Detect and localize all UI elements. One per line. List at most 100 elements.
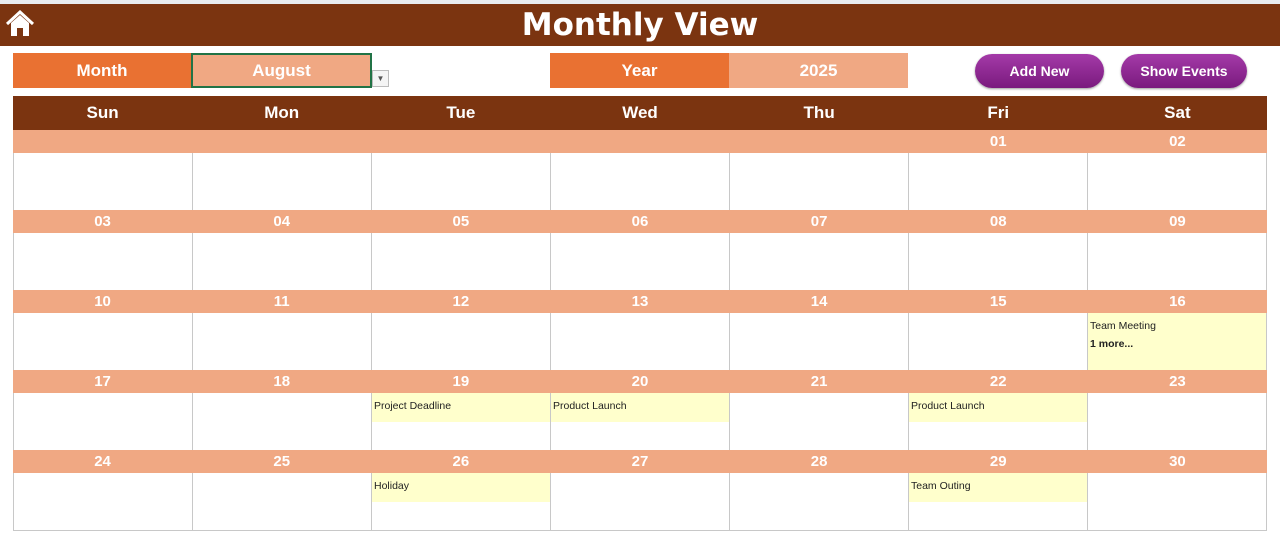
- day-number: 04: [273, 213, 291, 230]
- day-cell[interactable]: [550, 473, 729, 530]
- calendar-grid: Sun Mon Tue Wed Thu Fri Sat 01 02 03 04 05 06 07 08 09…: [13, 96, 1267, 531]
- event-item[interactable]: Team Meeting: [1088, 313, 1266, 332]
- show-events-button[interactable]: Show Events: [1121, 54, 1247, 88]
- day-cell[interactable]: [13, 473, 192, 530]
- day-cell[interactable]: [908, 233, 1087, 290]
- dropdown-arrow-icon[interactable]: ▼: [372, 70, 389, 87]
- week-row: Project Deadline Product Launch Product La…: [13, 393, 1267, 450]
- home-icon[interactable]: [5, 10, 35, 38]
- week-row: Team Meeting 1 more...: [13, 313, 1267, 370]
- day-number: 18: [273, 373, 291, 390]
- weekday-sat: Sat: [1164, 103, 1191, 122]
- day-number: 10: [94, 293, 111, 310]
- day-cell[interactable]: [192, 153, 371, 210]
- day-cell[interactable]: [1087, 153, 1267, 210]
- day-number: 06: [631, 213, 649, 230]
- week-row: [13, 153, 1267, 210]
- day-number: 26: [452, 453, 470, 470]
- day-cell[interactable]: [1087, 233, 1267, 290]
- week-date-band: 17 18 19 20 21 22 23: [13, 370, 1267, 393]
- week-date-band: 03 04 05 06 07 08 09: [13, 210, 1267, 233]
- weekday-tue: Tue: [446, 103, 476, 122]
- day-number: 08: [989, 213, 1007, 230]
- day-number: 25: [273, 453, 291, 470]
- day-cell[interactable]: [13, 313, 192, 370]
- week-date-band: 01 02: [13, 130, 1267, 153]
- day-cell[interactable]: [192, 233, 371, 290]
- day-number: 29: [989, 453, 1007, 470]
- event-item[interactable]: Holiday: [372, 473, 550, 502]
- day-number: 19: [452, 373, 470, 390]
- day-number: 07: [810, 213, 828, 230]
- month-label: Month: [13, 53, 191, 88]
- weekday-thu: Thu: [803, 103, 835, 122]
- day-cell[interactable]: Product Launch: [908, 393, 1087, 450]
- day-number: 05: [452, 213, 470, 230]
- week-row: [13, 233, 1267, 290]
- event-item[interactable]: Team Outing: [909, 473, 1087, 502]
- month-select[interactable]: August: [191, 53, 372, 88]
- day-cell[interactable]: [729, 393, 908, 450]
- day-number: 11: [273, 293, 290, 310]
- day-number: 24: [94, 453, 111, 470]
- day-cell[interactable]: [13, 153, 192, 210]
- day-number: 13: [631, 293, 649, 310]
- day-cell[interactable]: [729, 473, 908, 530]
- event-item[interactable]: Product Launch: [551, 393, 729, 422]
- week-row: Holiday Team Outing: [13, 473, 1267, 530]
- day-cell[interactable]: Team Meeting 1 more...: [1087, 313, 1267, 370]
- day-cell[interactable]: [908, 153, 1087, 210]
- event-item[interactable]: Product Launch: [909, 393, 1087, 422]
- day-cell[interactable]: [550, 313, 729, 370]
- day-number: [371, 130, 550, 153]
- day-cell[interactable]: [371, 233, 550, 290]
- day-cell[interactable]: Project Deadline: [371, 393, 550, 450]
- day-cell[interactable]: [729, 153, 908, 210]
- day-number: 30: [1169, 453, 1186, 470]
- day-number: 15: [989, 293, 1007, 310]
- day-cell[interactable]: Holiday: [371, 473, 550, 530]
- day-number: 22: [989, 373, 1007, 390]
- weekday-mon: Mon: [264, 103, 300, 122]
- day-cell[interactable]: [371, 313, 550, 370]
- day-number: 17: [94, 373, 111, 390]
- day-number: 20: [631, 373, 649, 390]
- day-cell[interactable]: [729, 313, 908, 370]
- day-cell[interactable]: [192, 393, 371, 450]
- year-input[interactable]: 2025: [729, 53, 908, 88]
- weekday-fri: Fri: [987, 103, 1010, 122]
- day-number: 03: [94, 213, 111, 230]
- day-cell[interactable]: [550, 233, 729, 290]
- day-number: 16: [1169, 293, 1186, 310]
- title-bar: Monthly View: [0, 4, 1280, 46]
- week-date-band: 10 11 12 13 14 15 16: [13, 290, 1267, 313]
- day-number: 21: [810, 373, 828, 390]
- page-title: Monthly View: [521, 7, 759, 43]
- day-number: 02: [1169, 133, 1186, 150]
- day-cell[interactable]: Team Outing: [908, 473, 1087, 530]
- day-number: [192, 130, 371, 153]
- day-cell[interactable]: [13, 393, 192, 450]
- day-cell[interactable]: [908, 313, 1087, 370]
- day-number: 23: [1169, 373, 1186, 390]
- more-events-link[interactable]: 1 more...: [1088, 332, 1266, 350]
- add-new-button[interactable]: Add New: [975, 54, 1104, 88]
- day-cell[interactable]: [1087, 473, 1267, 530]
- week-date-band: 24 25 26 27 28 29 30: [13, 450, 1267, 473]
- weekday-header: Sun Mon Tue Wed Thu Fri Sat: [13, 96, 1267, 130]
- weekday-wed: Wed: [622, 103, 658, 122]
- day-cell[interactable]: [192, 473, 371, 530]
- day-number: [13, 130, 192, 153]
- day-cell[interactable]: [192, 313, 371, 370]
- day-number: 12: [452, 293, 470, 310]
- day-number: 14: [810, 293, 828, 310]
- day-cell[interactable]: Product Launch: [550, 393, 729, 450]
- day-number: 01: [989, 133, 1007, 150]
- day-cell[interactable]: [1087, 393, 1267, 450]
- day-number: 28: [810, 453, 828, 470]
- day-cell[interactable]: [371, 153, 550, 210]
- day-cell[interactable]: [550, 153, 729, 210]
- day-cell[interactable]: [729, 233, 908, 290]
- event-item[interactable]: Project Deadline: [372, 393, 550, 422]
- day-cell[interactable]: [13, 233, 192, 290]
